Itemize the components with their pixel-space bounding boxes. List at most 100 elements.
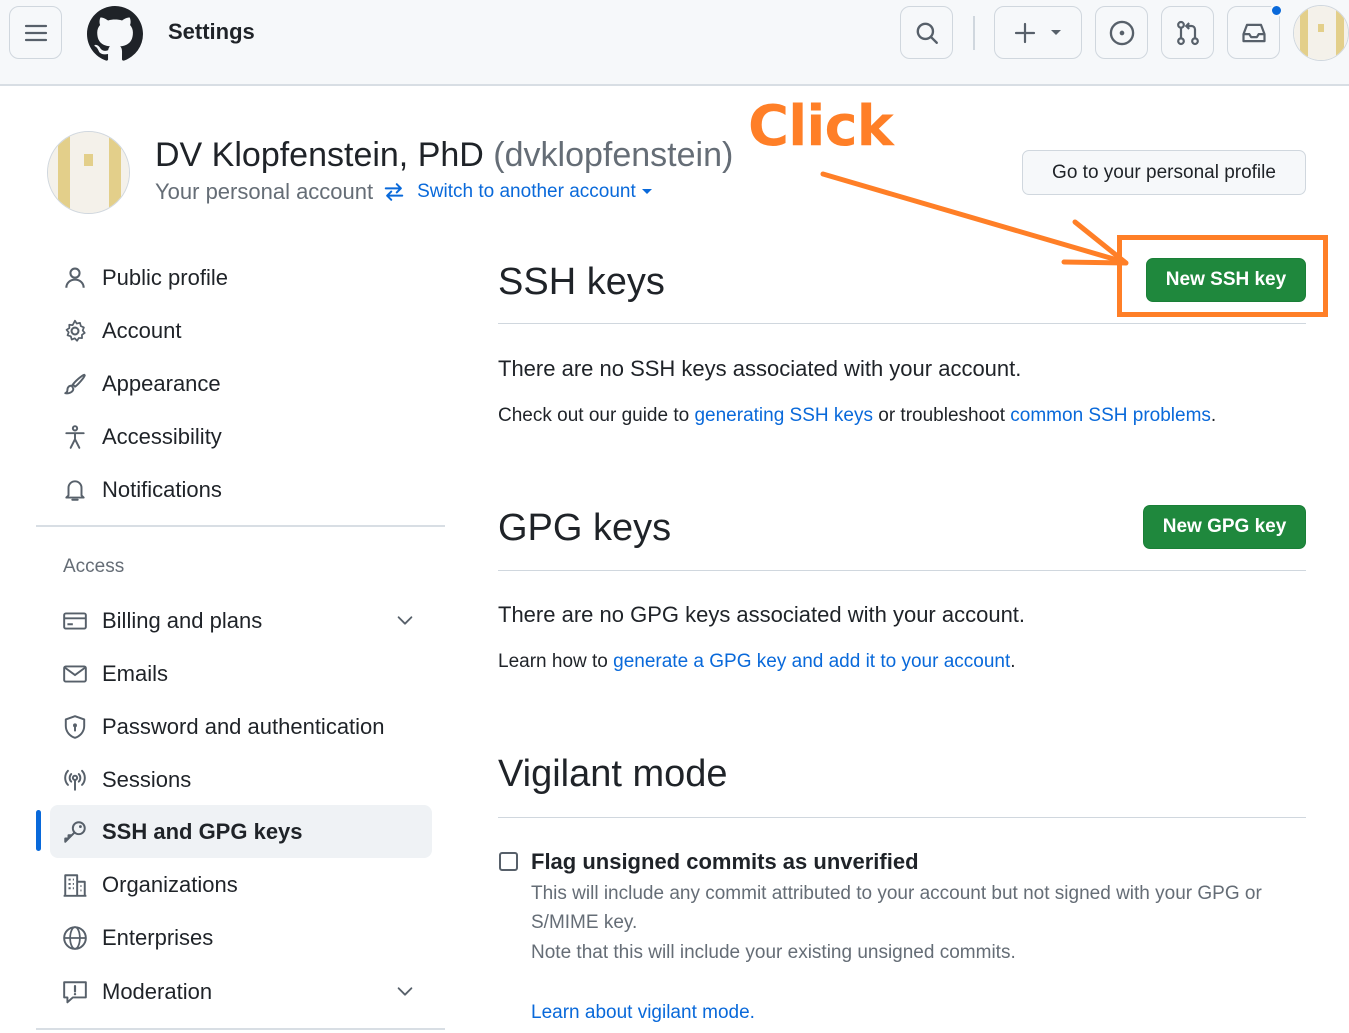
annotation-click-label: Click	[748, 94, 894, 159]
sidebar-item-organizations[interactable]: Organizations	[50, 858, 432, 911]
top-header: Settings	[0, 0, 1349, 86]
account-type-label: Your personal account	[155, 179, 374, 204]
sidebar-item-billing[interactable]: Billing and plans	[50, 594, 432, 647]
learn-vigilant-mode-link[interactable]: Learn about vigilant mode.	[531, 1002, 755, 1024]
learn-prefix: Learn how to	[498, 651, 614, 672]
sidebar-item-label: Sessions	[102, 766, 192, 792]
sidebar-item-emails[interactable]: Emails	[50, 647, 432, 700]
generating-ssh-keys-link[interactable]: generating SSH keys	[694, 405, 873, 426]
sidebar-item-accessibility[interactable]: Accessibility	[50, 410, 432, 463]
sidebar-item-label: SSH and GPG keys	[102, 818, 303, 844]
sidebar-item-label: Account	[102, 317, 182, 343]
ssh-empty-message: There are no SSH keys associated with yo…	[498, 356, 1022, 381]
active-indicator	[36, 810, 41, 851]
sidebar-item-appearance[interactable]: Appearance	[50, 357, 432, 410]
sidebar-item-label: Notifications	[102, 476, 222, 502]
ssh-keys-heading: SSH keys	[498, 261, 665, 303]
header-divider	[973, 16, 975, 50]
sidebar-divider	[36, 1028, 445, 1030]
guide-prefix: Check out our guide to	[498, 405, 695, 426]
issue-icon	[1109, 20, 1134, 45]
sidebar-item-moderation[interactable]: Moderation	[50, 965, 432, 1018]
section-divider	[498, 570, 1306, 571]
gpg-learn-text: Learn how to generate a GPG key and add …	[498, 651, 1016, 673]
switch-account-label: Switch to another account	[417, 181, 636, 202]
sidebar-item-label: Organizations	[102, 871, 238, 897]
gpg-keys-heading: GPG keys	[498, 507, 672, 549]
profile-avatar[interactable]	[47, 131, 130, 214]
paintbrush-icon	[60, 369, 90, 399]
learn-suffix: .	[1010, 651, 1016, 672]
vigilant-mode-heading: Vigilant mode	[498, 753, 728, 795]
gear-icon	[60, 316, 90, 346]
account-subtitle-row: Your personal account Switch to another …	[155, 179, 652, 205]
gpg-empty-message: There are no GPG keys associated with yo…	[498, 602, 1026, 627]
guide-suffix: .	[1210, 405, 1217, 426]
caret-down-icon	[641, 189, 652, 195]
organization-icon	[60, 870, 90, 900]
vigilant-description-line: S/MIME key.	[531, 912, 638, 933]
page-title: Settings	[168, 19, 255, 44]
pull-requests-button[interactable]	[1161, 6, 1214, 59]
sidebar-item-notifications[interactable]: Notifications	[50, 463, 432, 516]
go-to-profile-button[interactable]: Go to your personal profile	[1022, 150, 1306, 195]
annotation-highlight-box	[1117, 235, 1328, 317]
sidebar-item-label: Public profile	[102, 264, 228, 290]
sidebar-item-label: Accessibility	[102, 423, 222, 449]
chevron-down-icon[interactable]	[394, 609, 416, 631]
new-gpg-key-button[interactable]: New GPG key	[1143, 505, 1306, 549]
sidebar-item-label: Moderation	[102, 978, 213, 1004]
issues-button[interactable]	[1095, 6, 1148, 59]
sidebar-item-sessions[interactable]: Sessions	[50, 753, 432, 806]
common-ssh-problems-link[interactable]: common SSH problems	[1010, 405, 1211, 426]
account-handle[interactable]: (dvklopfenstein)	[493, 136, 733, 174]
chevron-down-icon[interactable]	[394, 980, 416, 1002]
sidebar-item-enterprises[interactable]: Enterprises	[50, 911, 432, 964]
avatar-image	[1294, 6, 1348, 60]
search-icon	[916, 22, 938, 44]
menu-icon	[24, 24, 47, 41]
accessibility-icon	[60, 422, 90, 452]
section-divider	[498, 817, 1306, 818]
generate-gpg-key-link[interactable]: generate a GPG key and add it to your ac…	[613, 651, 1010, 672]
account-name: DV Klopfenstein, PhD (dvklopfenstein)	[155, 136, 733, 175]
user-avatar-menu[interactable]	[1293, 5, 1349, 61]
account-display-name: DV Klopfenstein, PhD	[155, 136, 484, 174]
triangle-down-icon	[1051, 29, 1061, 35]
sidebar-item-label: Appearance	[102, 370, 221, 396]
sidebar-item-password[interactable]: Password and authentication	[50, 700, 432, 753]
arrow-switch-icon	[384, 183, 404, 201]
sidebar-item-label: Emails	[102, 660, 169, 686]
plus-icon	[1014, 22, 1036, 43]
sidebar-divider	[36, 525, 445, 527]
shield-lock-icon	[60, 712, 90, 742]
bell-icon	[60, 475, 90, 505]
pull-request-icon	[1176, 20, 1199, 45]
notification-dot	[1270, 4, 1283, 17]
menu-button[interactable]	[9, 6, 62, 59]
sidebar-item-ssh-gpg-keys[interactable]: SSH and GPG keys	[50, 805, 432, 858]
mail-icon	[60, 659, 90, 689]
ssh-guide-text: Check out our guide to generating SSH ke…	[498, 405, 1216, 427]
globe-icon	[60, 923, 90, 953]
key-icon	[60, 817, 90, 847]
github-logo-icon[interactable]	[87, 6, 143, 62]
flag-unsigned-label[interactable]: Flag unsigned commits as unverified	[531, 849, 919, 875]
guide-middle: or troubleshoot	[872, 405, 1011, 426]
report-icon	[60, 977, 90, 1007]
vigilant-description-line: This will include any commit attributed …	[531, 883, 1262, 904]
avatar-image	[48, 132, 129, 213]
flag-unsigned-checkbox[interactable]	[499, 852, 518, 871]
switch-account-link[interactable]: Switch to another account	[417, 181, 652, 203]
sidebar-item-label: Billing and plans	[102, 607, 263, 633]
search-button[interactable]	[900, 6, 953, 59]
person-icon	[60, 263, 90, 293]
credit-card-icon	[60, 606, 90, 636]
sidebar-heading-access: Access	[63, 556, 125, 577]
sidebar-item-public-profile[interactable]: Public profile	[50, 251, 432, 304]
vigilant-description-note: Note that this will include your existin…	[531, 942, 1016, 963]
create-new-button[interactable]	[994, 6, 1082, 59]
sidebar-item-account[interactable]: Account	[50, 304, 432, 357]
sidebar-item-label: Password and authentication	[102, 713, 385, 739]
broadcast-icon	[60, 765, 90, 795]
